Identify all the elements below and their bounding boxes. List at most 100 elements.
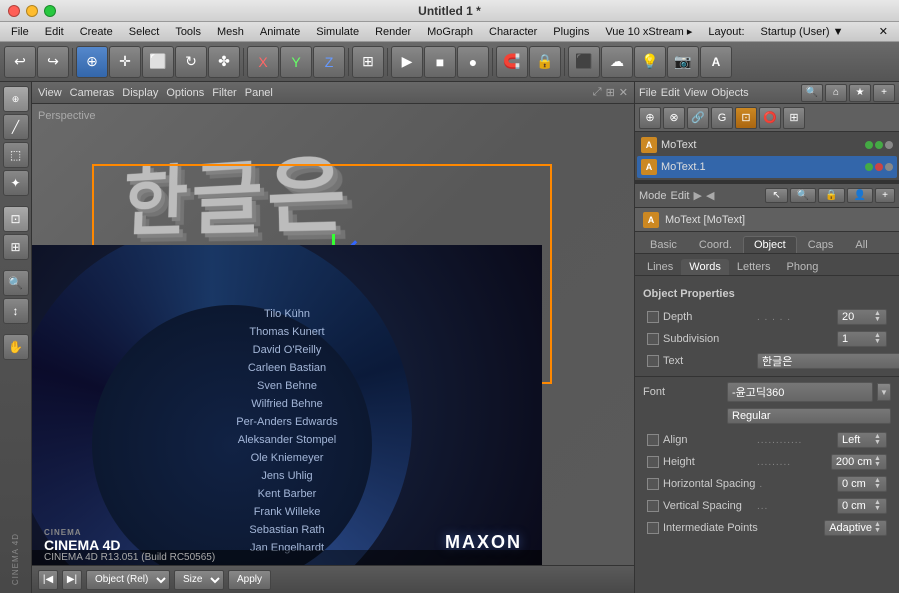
rp-menu-objects[interactable]: Objects [711, 87, 748, 99]
hspacing-value-field[interactable]: 0 cm ▲ ▼ [837, 476, 887, 492]
text-checkbox[interactable] [647, 355, 659, 367]
left-tool-7[interactable]: 🔍 [3, 270, 29, 296]
dot1-gray[interactable] [885, 163, 893, 171]
menu-edit[interactable]: Edit [38, 25, 71, 39]
subdivision-checkbox[interactable] [647, 333, 659, 345]
subtab-lines[interactable]: Lines [639, 259, 681, 275]
obj-item-motext[interactable]: A MoText [637, 134, 897, 156]
menu-mesh[interactable]: Mesh [210, 25, 251, 39]
rp-menu-edit[interactable]: Edit [661, 87, 680, 99]
left-tool-1[interactable]: ⊕ [3, 86, 29, 112]
viewport-menu-cameras[interactable]: Cameras [70, 87, 115, 99]
dot-gray[interactable] [885, 141, 893, 149]
stop-btn[interactable]: ■ [424, 46, 456, 78]
left-tool-5[interactable]: ⊡ [3, 206, 29, 232]
tab-all[interactable]: All [844, 236, 878, 253]
atext-btn[interactable]: A [700, 46, 732, 78]
depth-stepper[interactable]: ▲ ▼ [874, 311, 882, 323]
hspacing-checkbox[interactable] [647, 478, 659, 490]
rp-menu-file[interactable]: File [639, 87, 657, 99]
transform-tool[interactable]: ✤ [208, 46, 240, 78]
subdivision-stepper[interactable]: ▲ ▼ [874, 333, 882, 345]
subdiv-down[interactable]: ▼ [874, 339, 882, 345]
mode-search[interactable]: 🔍 [790, 188, 816, 203]
camera-btn[interactable]: 📷 [667, 46, 699, 78]
hspacing-down[interactable]: ▼ [874, 484, 882, 490]
prev-frame-btn[interactable]: |◀ [38, 570, 58, 590]
select-tool[interactable]: ⊕ [76, 46, 108, 78]
rp-menu-view[interactable]: View [684, 87, 708, 99]
intermediate-value-field[interactable]: Adaptive ▲ ▼ [824, 520, 887, 536]
obj-star-btn[interactable]: ★ [849, 84, 871, 102]
left-tool-4[interactable]: ✦ [3, 170, 29, 196]
left-tool-9[interactable]: ✋ [3, 334, 29, 360]
left-tool-3[interactable]: ⬚ [3, 142, 29, 168]
vspacing-value-field[interactable]: 0 cm ▲ ▼ [837, 498, 887, 514]
menu-render[interactable]: Render [368, 25, 418, 39]
mode-lock[interactable]: 🔒 [818, 188, 844, 203]
dot1-green[interactable] [865, 163, 873, 171]
splash-screen[interactable]: Tilo Kühn Thomas Kunert David O'Reilly C… [32, 245, 542, 565]
menu-create[interactable]: Create [73, 25, 120, 39]
menu-mograph[interactable]: MoGraph [420, 25, 480, 39]
minimize-button[interactable] [26, 5, 38, 17]
obj-item-motext1[interactable]: A MoText.1 [637, 156, 897, 178]
vspacing-down[interactable]: ▼ [874, 506, 882, 512]
obj-add-btn[interactable]: + [873, 84, 895, 102]
align-down[interactable]: ▼ [874, 440, 882, 446]
viewport-canvas[interactable]: 한글은 Tilo Kühn Thomas Kunert David O'Reil… [32, 104, 634, 565]
viewport-menu-display[interactable]: Display [122, 87, 158, 99]
menu-layout-select[interactable]: Startup (User) ▼ [754, 25, 851, 39]
axis-y[interactable]: Y [280, 46, 312, 78]
height-down[interactable]: ▼ [874, 462, 882, 468]
viewport[interactable]: View Cameras Display Options Filter Pane… [32, 82, 634, 593]
axis-z[interactable]: Z [313, 46, 345, 78]
viewport-menu-options[interactable]: Options [166, 87, 204, 99]
obj-tool-2[interactable]: ⊗ [663, 107, 685, 129]
height-value-field[interactable]: 200 cm ▲ ▼ [831, 454, 887, 470]
apply-button[interactable]: Apply [228, 570, 271, 590]
mode-cursor[interactable]: ↖ [765, 188, 787, 203]
viewport-move-icon[interactable]: ⤢ [593, 86, 602, 99]
font-name-field[interactable]: -윤고딕360 [727, 382, 873, 402]
subtab-words[interactable]: Words [681, 259, 729, 275]
menu-character[interactable]: Character [482, 25, 544, 39]
floor-btn[interactable]: ⬛ [568, 46, 600, 78]
intermediate-checkbox[interactable] [647, 522, 659, 534]
menu-animate[interactable]: Animate [253, 25, 307, 39]
obj-tool-7[interactable]: ⊞ [783, 107, 805, 129]
sky-btn[interactable]: ☁ [601, 46, 633, 78]
font-style-field[interactable]: Regular [727, 408, 891, 424]
menu-tools[interactable]: Tools [168, 25, 208, 39]
vspacing-stepper[interactable]: ▲ ▼ [874, 500, 882, 512]
tab-object[interactable]: Object [743, 236, 797, 253]
size-select[interactable]: Size [174, 570, 224, 590]
dot-green[interactable] [865, 141, 873, 149]
maximize-button[interactable] [44, 5, 56, 17]
object-mode-select[interactable]: Object (Rel) [86, 570, 170, 590]
mode-user[interactable]: 👤 [847, 188, 873, 203]
viewport-menu-panel[interactable]: Panel [245, 87, 273, 99]
align-stepper[interactable]: ▲ ▼ [874, 434, 882, 446]
close-button[interactable] [8, 5, 20, 17]
redo-button[interactable]: ↪ [37, 46, 69, 78]
viewport-close-icon[interactable]: ✕ [619, 86, 628, 99]
vspacing-checkbox[interactable] [647, 500, 659, 512]
font-dropdown-btn[interactable]: ▼ [877, 383, 891, 401]
hspacing-stepper[interactable]: ▲ ▼ [874, 478, 882, 490]
height-checkbox[interactable] [647, 456, 659, 468]
obj-tool-6[interactable]: ⭕ [759, 107, 781, 129]
intermediate-stepper[interactable]: ▲ ▼ [874, 522, 882, 534]
move-tool[interactable]: ✛ [109, 46, 141, 78]
tab-caps[interactable]: Caps [797, 236, 845, 253]
tab-basic[interactable]: Basic [639, 236, 688, 253]
mode-arrow[interactable]: ▶ [694, 189, 702, 202]
scale-tool[interactable]: ⬜ [142, 46, 174, 78]
height-stepper[interactable]: ▲ ▼ [874, 456, 882, 468]
menu-select[interactable]: Select [122, 25, 167, 39]
obj-search-btn[interactable]: 🔍 [801, 84, 823, 102]
viewport-menu-filter[interactable]: Filter [212, 87, 236, 99]
menu-vue[interactable]: Vue 10 xStream ▸ [598, 24, 699, 39]
axis-x[interactable]: X [247, 46, 279, 78]
lock-btn[interactable]: 🔒 [529, 46, 561, 78]
